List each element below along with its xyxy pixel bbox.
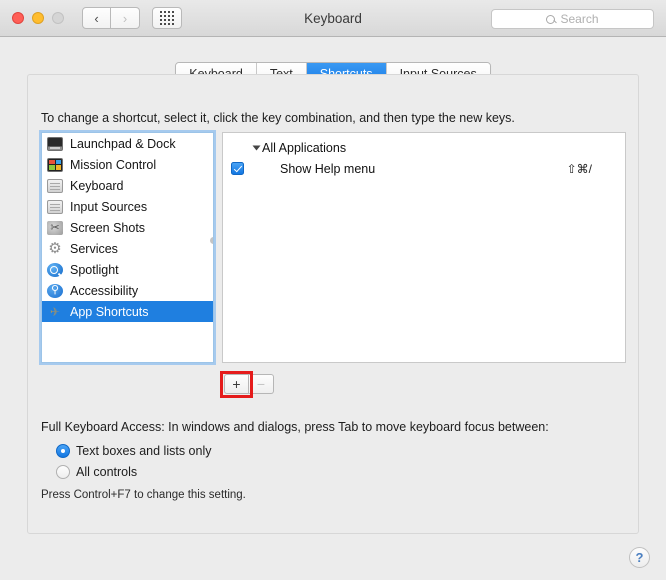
- sidebar-item-label: Mission Control: [70, 158, 156, 172]
- sidebar-item-launchpad-dock[interactable]: Launchpad & Dock: [42, 133, 213, 154]
- instruction-text: To change a shortcut, select it, click t…: [41, 111, 515, 125]
- radio-label: Text boxes and lists only: [76, 444, 212, 458]
- sidebar-item-accessibility[interactable]: Accessibility: [42, 280, 213, 301]
- shortcut-enabled-checkbox[interactable]: [231, 162, 244, 175]
- sidebar-item-keyboard[interactable]: Keyboard: [42, 175, 213, 196]
- accessibility-icon: [47, 284, 63, 298]
- list-scroll-indicator[interactable]: [210, 237, 214, 244]
- sidebar-item-label: Input Sources: [70, 200, 147, 214]
- shortcut-category-list[interactable]: Launchpad & Dock Mission Control Keyboar…: [41, 132, 214, 363]
- services-gear-icon: [47, 242, 63, 256]
- radio-button-icon[interactable]: [56, 444, 70, 458]
- sidebar-item-services[interactable]: Services: [42, 238, 213, 259]
- sidebar-item-label: Keyboard: [70, 179, 124, 193]
- sidebar-item-mission-control[interactable]: Mission Control: [42, 154, 213, 175]
- full-keyboard-access-label: Full Keyboard Access: In windows and dia…: [41, 420, 549, 434]
- search-placeholder: Search: [560, 12, 598, 26]
- radio-label: All controls: [76, 465, 137, 479]
- grid-icon: [160, 11, 174, 25]
- navigation-buttons: ‹ ›: [82, 7, 140, 29]
- sidebar-item-label: App Shortcuts: [70, 305, 149, 319]
- mission-control-icon: [47, 158, 63, 172]
- window-titlebar: ‹ › Keyboard Search: [0, 0, 666, 37]
- radio-button-icon[interactable]: [56, 465, 70, 479]
- add-shortcut-button[interactable]: +: [224, 374, 249, 394]
- table-row[interactable]: Show Help menu ⇧⌘/: [223, 158, 625, 179]
- back-button[interactable]: ‹: [82, 7, 111, 29]
- launchpad-dock-icon: [47, 137, 63, 151]
- keyboard-icon: [47, 179, 63, 193]
- search-input[interactable]: Search: [491, 9, 654, 29]
- help-button[interactable]: ?: [629, 547, 650, 568]
- sidebar-item-screen-shots[interactable]: Screen Shots: [42, 217, 213, 238]
- screen-shots-icon: [47, 221, 63, 235]
- spotlight-icon: [47, 263, 63, 277]
- sidebar-item-label: Screen Shots: [70, 221, 145, 235]
- sidebar-item-label: Accessibility: [70, 284, 138, 298]
- full-keyboard-access-hint: Press Control+F7 to change this setting.: [41, 489, 246, 501]
- radio-all-controls[interactable]: All controls: [56, 465, 137, 479]
- sidebar-item-app-shortcuts[interactable]: App Shortcuts: [42, 301, 213, 322]
- show-all-grid-button[interactable]: [152, 7, 182, 29]
- shortcut-detail-list[interactable]: All Applications Show Help menu ⇧⌘/: [222, 132, 626, 363]
- radio-text-boxes-and-lists-only[interactable]: Text boxes and lists only: [56, 444, 212, 458]
- zoom-button: [52, 12, 64, 24]
- app-shortcuts-icon: [47, 305, 63, 319]
- sidebar-item-label: Spotlight: [70, 263, 119, 277]
- shortcut-group-label: All Applications: [262, 141, 346, 155]
- sidebar-item-input-sources[interactable]: Input Sources: [42, 196, 213, 217]
- input-sources-icon: [47, 200, 63, 214]
- shortcut-key-combination[interactable]: ⇧⌘/: [567, 162, 592, 176]
- search-icon: [546, 15, 555, 24]
- sidebar-item-label: Services: [70, 242, 118, 256]
- shortcut-name: Show Help menu: [280, 162, 375, 176]
- remove-shortcut-button: −: [249, 374, 274, 394]
- sidebar-item-label: Launchpad & Dock: [70, 137, 176, 151]
- minimize-button[interactable]: [32, 12, 44, 24]
- chevron-down-icon[interactable]: [253, 146, 261, 151]
- add-remove-button-group: + −: [224, 374, 274, 394]
- close-button[interactable]: [12, 12, 24, 24]
- shortcut-group-header[interactable]: All Applications: [223, 138, 625, 158]
- traffic-lights: [12, 12, 64, 24]
- sidebar-item-spotlight[interactable]: Spotlight: [42, 259, 213, 280]
- forward-button[interactable]: ›: [111, 7, 140, 29]
